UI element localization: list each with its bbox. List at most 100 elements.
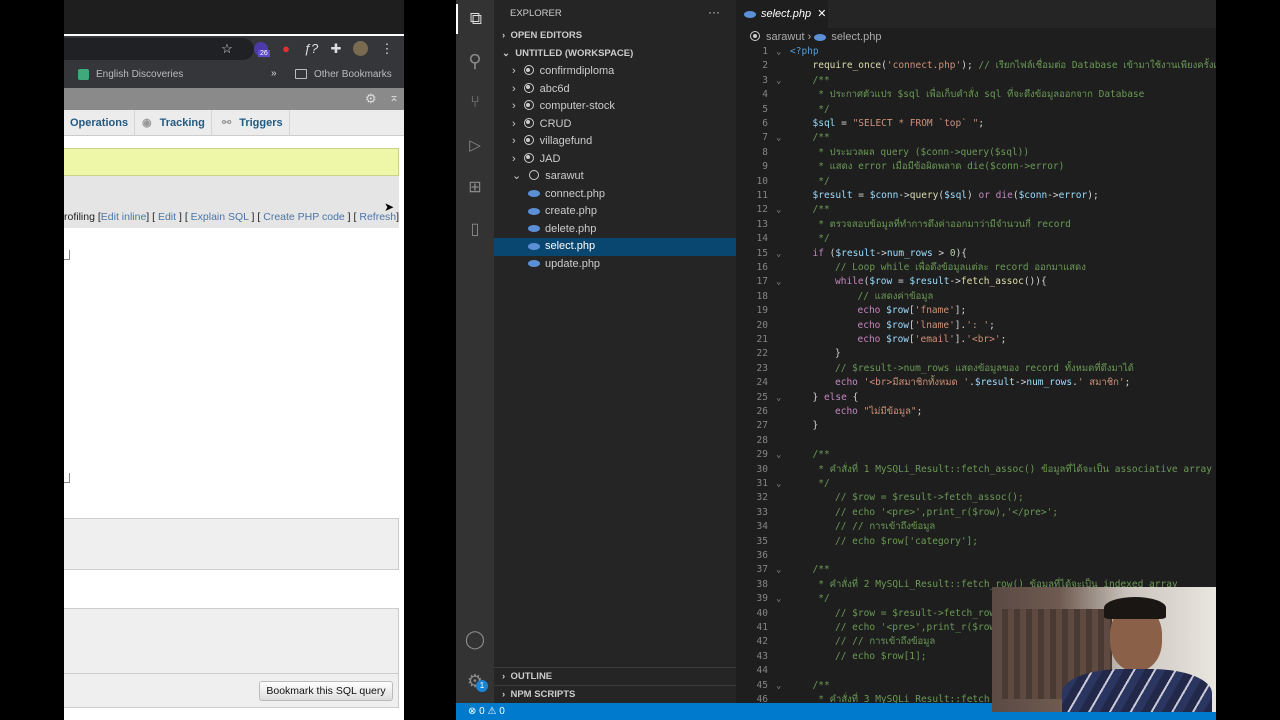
line-number: 5 [762,103,768,115]
fold-chevron-icon[interactable]: ⌄ [776,563,781,577]
star-bookmark-icon[interactable]: ☆ [218,40,236,58]
breadcrumb-file[interactable]: select.php [831,31,881,43]
code-text: /** [813,131,830,145]
tab-operations[interactable]: Operations [64,110,136,136]
bookmark-sql-query-button[interactable]: Bookmark this SQL query [259,681,393,701]
checkbox-mark[interactable] [64,473,70,483]
tree-file[interactable]: connect.php [494,186,736,204]
outline-section[interactable]: › OUTLINE [494,667,736,685]
fold-chevron-icon[interactable]: ⌄ [776,45,781,59]
line-number: 24 [756,377,768,389]
code-token: // Loop while เพื่อดึงข้อมูลแต่ละ record… [835,262,1086,273]
php-file-icon [528,225,540,233]
tree-folder[interactable]: › CRUD [494,116,736,134]
code-text: echo $row['email'].'<br>'; [858,333,1007,347]
tree-folder[interactable]: › JAD [494,151,736,169]
code-token: // // การเข้าถึงข้อมูล [835,521,936,533]
tree-folder[interactable]: › confirmdiploma [494,63,736,81]
tab-triggers[interactable]: ⚯ Triggers [214,110,290,136]
code-token: } [835,348,841,360]
code-line: 18 // แสดงค่าข้อมูล [736,290,1216,304]
code-token: // $row = $result->fetch_row(); [835,607,1013,619]
edit-inline-link[interactable]: Edit inline [101,211,147,223]
fold-chevron-icon[interactable]: ⌄ [776,592,781,606]
tree-file[interactable]: select.php [494,238,736,256]
fold-chevron-icon[interactable]: ⌄ [776,131,781,145]
accounts-icon[interactable]: ◯ [456,624,494,654]
breadcrumb-folder[interactable]: sarawut [766,31,805,43]
collapse-icon[interactable]: ⌅ [389,90,399,104]
close-tab-icon[interactable]: ✕ [817,8,826,20]
open-editors-section[interactable]: › OPEN EDITORS [494,27,736,45]
fold-chevron-icon[interactable]: ⌄ [776,203,781,217]
explain-sql-link[interactable]: Explain SQL [191,211,249,223]
code-text: // $row = $result->fetch_assoc(); [835,491,1024,505]
fold-chevron-icon[interactable]: ⌄ [776,74,781,88]
section-label: OUTLINE [510,671,553,682]
line-number: 38 [756,578,768,590]
profile-avatar[interactable] [353,41,368,56]
line-number: 32 [756,492,768,504]
tree-folder-sarawut[interactable]: ⌄ sarawut [494,168,736,186]
run-debug-icon[interactable]: ▷ [456,130,494,160]
more-actions-icon[interactable]: ··· [708,5,720,19]
code-text: // $row = $result->fetch_row(); [835,607,1012,621]
search-icon[interactable]: ⚲ [456,46,494,76]
tree-file[interactable]: update.php [494,256,736,274]
workspace-section[interactable]: ⌄ UNTITLED (WORKSPACE) [494,45,736,63]
line-number: 15 [756,247,768,259]
editor-tab-select-php[interactable]: select.php ✕ [736,0,828,28]
settings-gear-icon[interactable]: ⚙ [365,91,377,107]
code-token: ()){ [1023,276,1047,288]
code-text: // // การเข้าถึงข้อมูล [835,635,935,649]
code-text: /** [813,448,830,462]
fold-chevron-icon[interactable]: ⌄ [776,275,781,289]
code-token: echo [857,319,881,331]
query-action-links: rofiling [Edit inline] [ Edit ] [ Explai… [64,206,399,228]
code-text: // echo $row['category']; [835,535,978,549]
other-bookmarks[interactable]: Other Bookmarks [314,69,392,80]
npm-scripts-section[interactable]: › NPM SCRIPTS [494,685,736,703]
bookmark-english-discoveries[interactable]: English Discoveries [96,69,183,80]
formula-extension-icon[interactable]: ƒ? [302,40,320,58]
tree-file[interactable]: delete.php [494,221,736,239]
tree-folder[interactable]: › abc6d [494,81,736,99]
code-token: ; [1000,334,1007,345]
source-control-icon[interactable]: ⑂ [456,88,494,118]
fold-chevron-icon[interactable]: ⌄ [776,391,781,405]
checkbox-mark[interactable] [64,250,70,260]
manage-gear-icon[interactable]: ⚙ [456,666,494,696]
create-php-code-link[interactable]: Create PHP code [263,211,345,223]
line-number: 23 [756,362,768,374]
code-text: $sql = "SELECT * FROM `top` "; [813,117,985,131]
tab-tracking[interactable]: ◉ Tracking [132,110,212,136]
problems-status[interactable]: ⊗ 0 ⚠ 0 [468,706,505,717]
code-token: * ตรวจสอบข้อมูลที่ทำการดึงค่าออกมาว่ามีจ… [812,218,1071,230]
edit-link[interactable]: Edit [158,211,176,223]
tree-folder[interactable]: › villagefund [494,133,736,151]
result-panel [64,518,399,570]
more-bookmarks-chevron[interactable]: » [271,68,277,79]
code-token: ); [961,60,979,72]
line-number: 36 [756,550,768,561]
tree-file[interactable]: create.php [494,203,736,221]
file-label: create.php [545,205,597,217]
tree-folder[interactable]: › computer-stock [494,98,736,116]
fold-chevron-icon[interactable]: ⌄ [776,448,781,462]
code-text: echo $row['lname'].': '; [858,319,995,333]
line-number: 26 [756,406,768,417]
repo-folder-icon [523,100,534,110]
repo-folder-icon [523,152,534,163]
remote-explorer-icon[interactable]: ▯ [456,214,494,244]
line-number: 31 [756,478,768,489]
fold-chevron-icon[interactable]: ⌄ [776,477,781,491]
extensions-icon[interactable]: ⊞ [456,172,494,202]
line-number: 8 [762,146,768,158]
code-token: */ [812,175,830,187]
fold-chevron-icon[interactable]: ⌄ [776,247,781,261]
stop-hand-extension-icon[interactable]: ● [277,40,295,58]
fold-chevron-icon[interactable]: ⌄ [776,679,781,693]
extensions-puzzle-icon[interactable]: ✚ [327,40,345,58]
explorer-files-icon[interactable]: ⧉ [456,4,494,34]
menu-kebab-icon[interactable]: ⋮ [378,40,396,58]
